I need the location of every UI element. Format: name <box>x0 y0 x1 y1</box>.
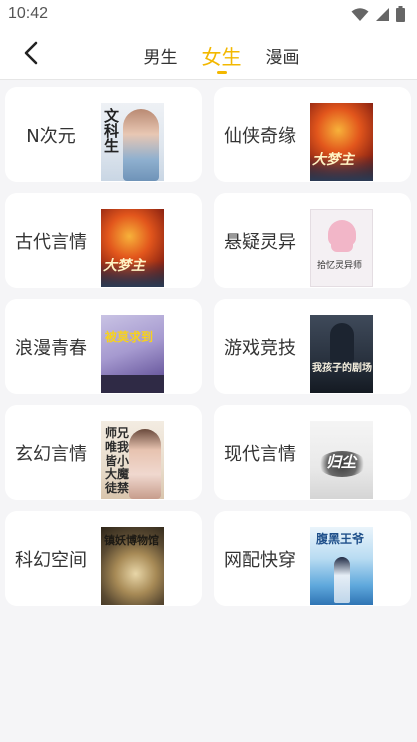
signal-icon <box>375 7 390 26</box>
tab-female[interactable]: 女生 <box>191 30 252 80</box>
category-label: 悬疑灵异 <box>224 231 296 253</box>
category-grid: N次元 文科生 仙侠奇缘 大梦主 古代言情 大梦主 悬疑灵异 拾忆灵异师 浪漫青… <box>5 87 412 606</box>
status-icons <box>351 6 405 26</box>
back-button[interactable] <box>14 40 48 70</box>
cover-title: 大梦主 <box>312 152 354 168</box>
status-time: 10:42 <box>8 5 49 22</box>
category-label: 玄幻言情 <box>15 443 87 465</box>
book-cover: 腹黑王爷 <box>310 527 373 605</box>
category-label: 游戏竞技 <box>224 337 296 359</box>
book-cover: 被莫求到 <box>101 315 164 393</box>
cover-title: 被莫求到 <box>105 330 154 344</box>
category-label: 网配快穿 <box>224 549 296 571</box>
book-cover: 归尘 <box>310 421 373 499</box>
category-card[interactable]: 仙侠奇缘 大梦主 <box>214 87 411 182</box>
category-label: 古代言情 <box>15 231 87 253</box>
cover-title: 归尘 <box>326 453 357 471</box>
category-card[interactable]: 游戏竞技 我孩子的剧场 <box>214 299 411 394</box>
cover-title: 拾忆灵异师 <box>317 261 363 271</box>
category-tabs: 男生 女生 漫画 <box>130 30 313 80</box>
cover-title: 师兄唯我皆小大魔徒禁 <box>105 426 130 496</box>
category-label: 现代言情 <box>224 443 296 465</box>
category-card[interactable]: 玄幻言情 师兄唯我皆小大魔徒禁 <box>5 405 202 500</box>
book-cover: 文科生 <box>101 103 164 181</box>
cover-title: 文科生 <box>104 107 120 155</box>
chevron-left-icon <box>23 41 39 69</box>
book-cover: 大梦主 <box>101 209 164 287</box>
category-card[interactable]: 浪漫青春 被莫求到 <box>5 299 202 394</box>
status-bar: 10:42 <box>0 0 417 30</box>
cover-title: 大梦主 <box>103 258 145 274</box>
category-card[interactable]: 科幻空间 镇妖博物馆 <box>5 511 202 606</box>
category-card[interactable]: 现代言情 归尘 <box>214 405 411 500</box>
battery-icon <box>396 6 405 26</box>
category-label: 科幻空间 <box>15 549 87 571</box>
book-cover: 大梦主 <box>310 103 373 181</box>
wifi-icon <box>351 7 369 26</box>
tab-male[interactable]: 男生 <box>130 30 191 80</box>
category-card[interactable]: 古代言情 大梦主 <box>5 193 202 288</box>
book-cover: 师兄唯我皆小大魔徒禁 <box>101 421 164 499</box>
app-header: 男生 女生 漫画 <box>0 30 417 80</box>
book-cover: 拾忆灵异师 <box>310 209 373 287</box>
category-card[interactable]: N次元 文科生 <box>5 87 202 182</box>
book-cover: 我孩子的剧场 <box>310 315 373 393</box>
tab-comics[interactable]: 漫画 <box>252 30 313 80</box>
category-card[interactable]: 悬疑灵异 拾忆灵异师 <box>214 193 411 288</box>
cover-title: 腹黑王爷 <box>316 532 365 546</box>
cover-title: 镇妖博物馆 <box>104 534 159 547</box>
cover-title: 我孩子的剧场 <box>312 363 372 374</box>
category-label: 浪漫青春 <box>15 337 87 359</box>
category-label: 仙侠奇缘 <box>224 125 296 147</box>
category-label: N次元 <box>26 125 76 147</box>
category-card[interactable]: 网配快穿 腹黑王爷 <box>214 511 411 606</box>
book-cover: 镇妖博物馆 <box>101 527 164 605</box>
